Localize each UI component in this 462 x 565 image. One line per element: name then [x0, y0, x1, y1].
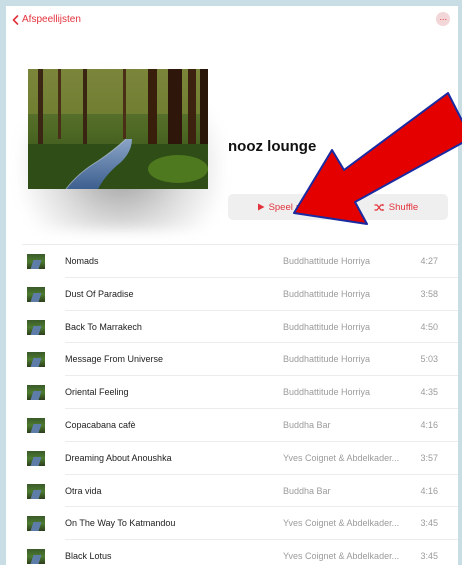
track-artwork-thumbnail: [27, 417, 45, 433]
track-title: On The Way To Katmandou: [65, 518, 176, 529]
track-title: Dust Of Paradise: [65, 288, 134, 299]
track-artwork-thumbnail: [27, 385, 45, 401]
track-duration: 4:16: [420, 485, 438, 496]
track-duration: 4:50: [420, 321, 438, 332]
track-duration: 3:58: [420, 288, 438, 299]
play-button[interactable]: Speel af: [228, 194, 332, 220]
back-button[interactable]: Afspeellijsten: [12, 14, 81, 25]
track-duration: 4:35: [420, 387, 438, 398]
play-icon: [257, 203, 265, 211]
track-artwork-thumbnail: [27, 516, 45, 532]
music-app-window: Afspeellijsten ··· nooz lounge Speel af …: [6, 6, 458, 565]
back-label: Afspeellijsten: [22, 14, 81, 25]
track-duration: 4:16: [420, 419, 438, 430]
track-artwork-thumbnail: [27, 450, 45, 466]
track-title: Black Lotus: [65, 551, 112, 562]
track-duration: 3:45: [420, 551, 438, 562]
track-row[interactable]: Oriental Feeling Buddhattitude Horriya 4…: [6, 376, 458, 409]
track-duration: 5:03: [420, 354, 438, 365]
track-artist[interactable]: Buddha Bar: [283, 486, 405, 496]
track-duration: 3:57: [420, 452, 438, 463]
track-artist[interactable]: Buddhattitude Horriya: [283, 387, 405, 397]
track-title: Copacabana cafè: [65, 419, 136, 430]
track-artwork-thumbnail: [27, 319, 45, 335]
track-artist[interactable]: Buddhattitude Horriya: [283, 354, 405, 364]
track-title: Oriental Feeling: [65, 387, 129, 398]
track-artist[interactable]: Yves Coignet & Abdelkader...: [283, 551, 405, 561]
chevron-left-icon: [12, 14, 19, 25]
track-row[interactable]: Black Lotus Yves Coignet & Abdelkader...…: [6, 540, 458, 565]
track-artist[interactable]: Buddhattitude Horriya: [283, 256, 405, 266]
track-duration: 3:45: [420, 518, 438, 529]
shuffle-button[interactable]: Shuffle: [344, 194, 448, 220]
track-row[interactable]: Copacabana cafè Buddha Bar 4:16: [6, 409, 458, 442]
more-options-button[interactable]: ···: [436, 12, 450, 26]
top-bar: Afspeellijsten ···: [6, 6, 458, 34]
playlist-artwork: [28, 69, 208, 189]
track-artwork-thumbnail: [27, 286, 45, 302]
track-artist[interactable]: Yves Coignet & Abdelkader...: [283, 518, 405, 528]
track-title: Message From Universe: [65, 354, 164, 365]
more-dots-icon: ···: [439, 13, 447, 24]
track-artwork-thumbnail: [27, 549, 45, 565]
playlist-title: nooz lounge: [228, 138, 317, 155]
track-list: Nomads Buddhattitude Horriya 4:27 Dust O…: [6, 245, 458, 565]
track-artist[interactable]: Buddha Bar: [283, 420, 405, 430]
track-row[interactable]: Back To Marrakech Buddhattitude Horriya …: [6, 311, 458, 344]
track-artwork-thumbnail: [27, 352, 45, 368]
track-artwork-thumbnail: [27, 254, 45, 269]
forest-path-image: [28, 69, 208, 189]
shuffle-icon: [374, 203, 385, 211]
track-artist[interactable]: Yves Coignet & Abdelkader...: [283, 453, 405, 463]
track-artist[interactable]: Buddhattitude Horriya: [283, 289, 405, 299]
track-title: Nomads: [65, 256, 99, 266]
track-title: Back To Marrakech: [65, 321, 142, 332]
shuffle-label: Shuffle: [388, 201, 419, 213]
track-title: Dreaming About Anoushka: [65, 452, 172, 463]
track-artist[interactable]: Buddhattitude Horriya: [283, 322, 405, 332]
track-row[interactable]: On The Way To Katmandou Yves Coignet & A…: [6, 507, 458, 541]
track-row[interactable]: Dreaming About Anoushka Yves Coignet & A…: [6, 442, 458, 475]
track-row[interactable]: Dust Of Paradise Buddhattitude Horriya 3…: [6, 278, 458, 311]
track-row[interactable]: Message From Universe Buddhattitude Horr…: [6, 343, 458, 377]
track-title: Otra vida: [65, 485, 102, 496]
track-row[interactable]: Nomads Buddhattitude Horriya 4:27: [6, 245, 458, 278]
play-label: Speel af: [268, 201, 304, 213]
track-row[interactable]: Otra vida Buddha Bar 4:16: [6, 475, 458, 508]
track-artwork-thumbnail: [27, 483, 45, 499]
track-duration: 4:27: [420, 256, 438, 266]
